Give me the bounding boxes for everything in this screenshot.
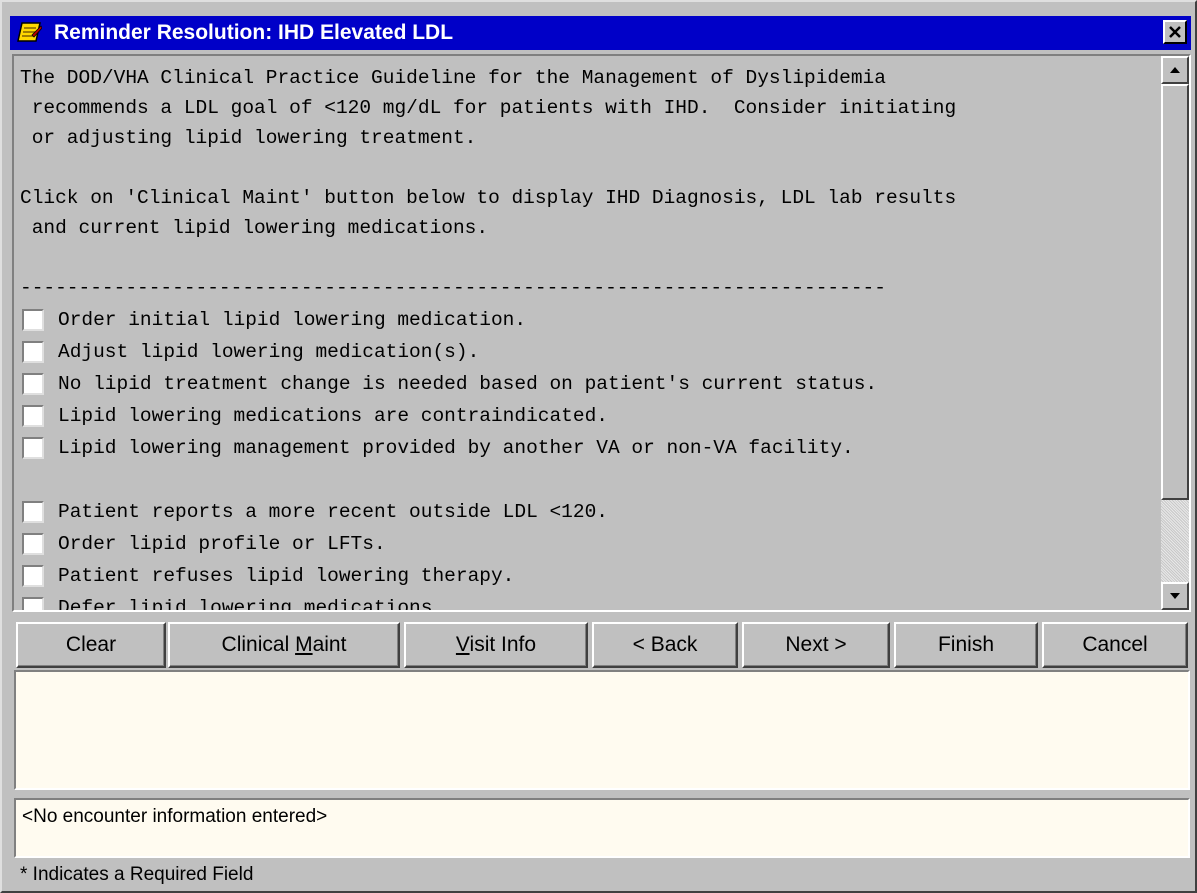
guideline-text-line: or adjusting lipid lowering treatment. (20, 127, 477, 149)
option-label: Adjust lipid lowering medication(s). (58, 341, 480, 363)
clinical-maint-label: Clinical Maint (221, 633, 347, 656)
option-other-facility[interactable]: Lipid lowering management provided by an… (22, 435, 854, 463)
required-field-note: * Indicates a Required Field (20, 864, 254, 885)
clear-button[interactable]: Clear (16, 622, 166, 668)
checkbox[interactable] (22, 533, 44, 555)
option-adjust-medication[interactable]: Adjust lipid lowering medication(s). (22, 339, 479, 367)
close-button[interactable] (1163, 20, 1187, 44)
option-order-lipid-profile[interactable]: Order lipid profile or LFTs. (22, 531, 386, 559)
encounter-info-pane[interactable]: <No encounter information entered> (14, 798, 1190, 858)
instruction-text-line: Click on 'Clinical Maint' button below t… (20, 187, 957, 209)
visit-info-label: Visit Info (455, 633, 537, 656)
progress-note-preview[interactable] (14, 670, 1190, 790)
reminder-notebook-icon (16, 21, 43, 43)
option-label: Defer lipid lowering medications (58, 597, 433, 610)
next-label: Next > (785, 633, 847, 656)
scroll-thumb[interactable] (1161, 84, 1189, 500)
arrow-down-icon (1170, 593, 1180, 599)
checkbox[interactable] (22, 405, 44, 427)
button-bar: Clear Clinical Maint Visit Info < Back N… (16, 622, 1188, 668)
checkbox[interactable] (22, 373, 44, 395)
arrow-up-icon (1170, 67, 1180, 73)
finish-button[interactable]: Finish (894, 622, 1038, 668)
option-label: Patient refuses lipid lowering therapy. (58, 565, 515, 587)
back-label: < Back (632, 633, 698, 656)
checkbox[interactable] (22, 309, 44, 331)
scroll-down-button[interactable] (1161, 582, 1189, 610)
encounter-info-text: <No encounter information entered> (22, 806, 328, 827)
back-button[interactable]: < Back (592, 622, 738, 668)
reminder-text-pane[interactable]: The DOD/VHA Clinical Practice Guideline … (14, 56, 1161, 610)
visit-info-button[interactable]: Visit Info (404, 622, 588, 668)
option-defer-medications[interactable]: Defer lipid lowering medications (22, 595, 432, 610)
window-title: Reminder Resolution: IHD Elevated LDL (54, 21, 454, 44)
option-no-treatment-change[interactable]: No lipid treatment change is needed base… (22, 371, 877, 399)
option-outside-ldl[interactable]: Patient reports a more recent outside LD… (22, 499, 608, 527)
option-order-initial-medication[interactable]: Order initial lipid lowering medication. (22, 307, 526, 335)
option-label: No lipid treatment change is needed base… (58, 373, 878, 395)
option-label: Patient reports a more recent outside LD… (58, 501, 608, 523)
option-label: Order lipid profile or LFTs. (58, 533, 386, 555)
option-contraindicated[interactable]: Lipid lowering medications are contraind… (22, 403, 608, 431)
option-label: Order initial lipid lowering medication. (58, 309, 527, 331)
clear-label: Clear (65, 633, 117, 656)
checkbox[interactable] (22, 341, 44, 363)
guideline-text-line: recommends a LDL goal of <120 mg/dL for … (20, 97, 957, 119)
clinical-maint-button[interactable]: Clinical Maint (168, 622, 400, 668)
reminder-resolution-dialog: Reminder Resolution: IHD Elevated LDL Th… (0, 0, 1197, 893)
finish-label: Finish (937, 633, 995, 656)
checkbox[interactable] (22, 501, 44, 523)
checkbox[interactable] (22, 597, 44, 610)
checkbox[interactable] (22, 565, 44, 587)
next-button[interactable]: Next > (742, 622, 890, 668)
reminder-content-area: The DOD/VHA Clinical Practice Guideline … (12, 54, 1191, 612)
separator-line: ----------------------------------------… (20, 277, 886, 299)
cancel-button[interactable]: Cancel (1042, 622, 1188, 668)
scroll-up-button[interactable] (1161, 56, 1189, 84)
cancel-label: Cancel (1082, 633, 1148, 656)
close-icon (1169, 26, 1181, 38)
instruction-text-line: and current lipid lowering medications. (20, 217, 489, 239)
vertical-scrollbar[interactable] (1161, 56, 1189, 610)
option-label: Lipid lowering management provided by an… (58, 437, 854, 459)
title-bar[interactable]: Reminder Resolution: IHD Elevated LDL (10, 16, 1191, 50)
guideline-text-line: The DOD/VHA Clinical Practice Guideline … (20, 67, 886, 89)
option-patient-refuses[interactable]: Patient refuses lipid lowering therapy. (22, 563, 514, 591)
checkbox[interactable] (22, 437, 44, 459)
option-label: Lipid lowering medications are contraind… (58, 405, 608, 427)
